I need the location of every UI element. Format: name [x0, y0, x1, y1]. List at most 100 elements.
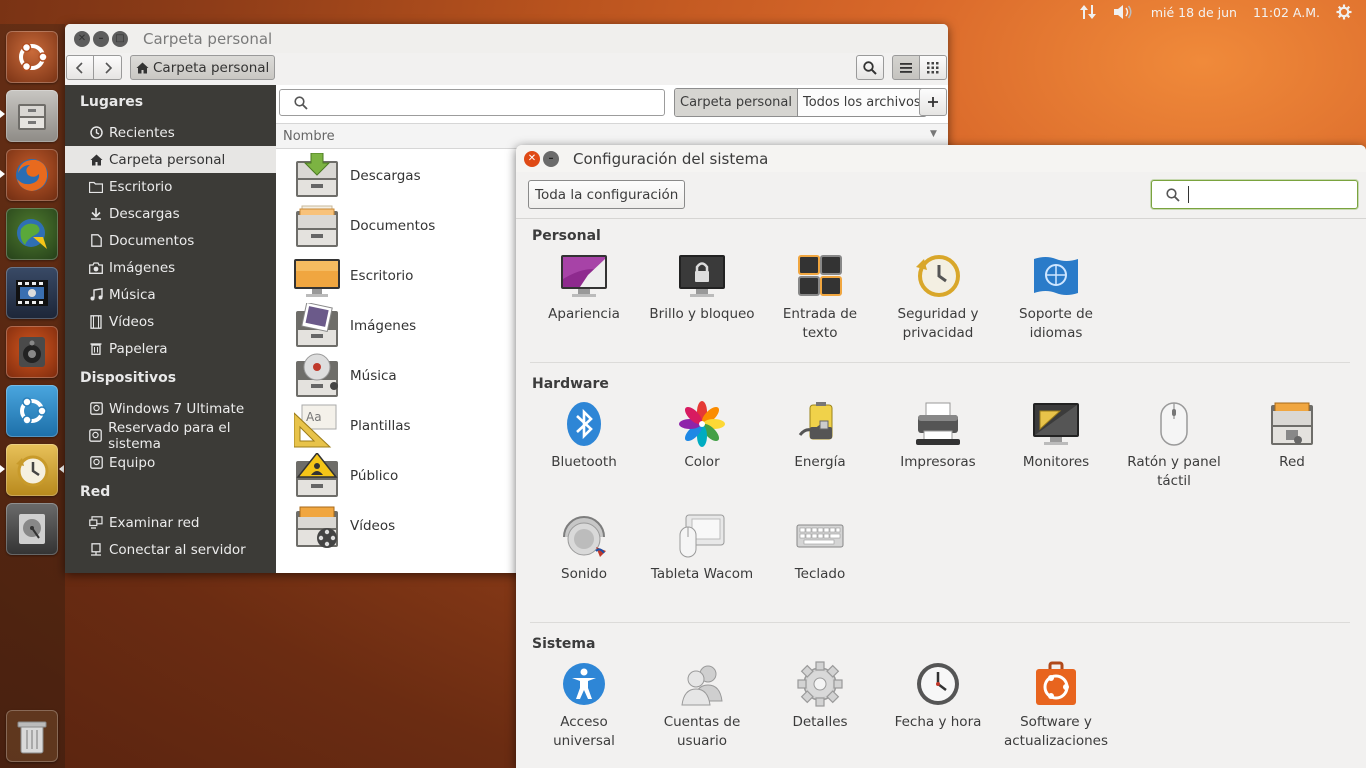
all-settings-button[interactable]: Toda la configuración	[528, 180, 686, 209]
sidebar-item-music[interactable]: Música	[65, 281, 276, 308]
minimize-button[interactable]: –	[93, 30, 109, 47]
setting-keyboard[interactable]: Teclado	[761, 513, 879, 584]
setting-security-privacy[interactable]: Seguridad y privacidad	[879, 253, 997, 343]
back-button[interactable]	[66, 55, 94, 80]
sidebar-item-downloads[interactable]: Descargas	[65, 200, 276, 227]
setting-brightness-lock[interactable]: Brillo y bloqueo	[643, 253, 761, 324]
settings-title: Configuración del sistema	[573, 149, 769, 168]
settings-close-button[interactable]: ✕	[524, 150, 540, 167]
maximize-icon: □	[115, 32, 125, 44]
network-updown-icon[interactable]	[1079, 4, 1097, 20]
file-name: Descargas	[350, 168, 421, 184]
sidebar-item-device[interactable]: Windows 7 Ultimate	[65, 395, 276, 422]
trash-icon[interactable]	[6, 710, 58, 762]
clock-label[interactable]: 11:02 A.M.	[1253, 5, 1320, 20]
list-view-button[interactable]	[892, 55, 920, 80]
file-row[interactable]: Imágenes	[294, 303, 416, 349]
sidebar-item-pictures[interactable]: Imágenes	[65, 254, 276, 281]
search-field[interactable]	[279, 89, 665, 116]
sidebar-item-label: Imágenes	[109, 259, 176, 276]
setting-text-entry[interactable]: Entrada de texto	[761, 253, 879, 343]
date-label[interactable]: mié 18 de jun	[1151, 5, 1237, 20]
setting-label: táctil	[1157, 473, 1191, 489]
scope-all-button[interactable]: Todos los archivos	[797, 89, 926, 116]
file-row[interactable]: Documentos	[294, 203, 435, 249]
sidebar-item-label: Descargas	[109, 205, 180, 222]
chevron-left-icon	[75, 61, 83, 74]
setting-wacom-tablet[interactable]: Tableta Wacom	[643, 513, 761, 584]
sidebar-item-documents[interactable]: Documentos	[65, 227, 276, 254]
mail-icon[interactable]	[6, 208, 58, 260]
file-row[interactable]: Escritorio	[294, 253, 413, 299]
search-button[interactable]	[856, 55, 884, 80]
volume-icon[interactable]	[1113, 4, 1135, 20]
session-gear-icon[interactable]	[1336, 4, 1352, 20]
setting-language-support[interactable]: Soporte de idiomas	[997, 253, 1115, 343]
settings-search-input[interactable]	[1151, 180, 1358, 209]
close-icon: ✕	[527, 152, 537, 164]
breadcrumb-home[interactable]: Carpeta personal	[130, 55, 276, 80]
file-row[interactable]: Música	[294, 353, 397, 399]
sidebar-item-videos[interactable]: Vídeos	[65, 308, 276, 335]
software-center-icon[interactable]	[6, 385, 58, 437]
setting-label: actualizaciones	[1003, 733, 1108, 749]
text-cursor	[1188, 186, 1189, 203]
drive-icon	[89, 456, 103, 470]
maximize-button[interactable]: □	[112, 30, 128, 47]
backup-icon[interactable]	[6, 444, 58, 496]
setting-appearance[interactable]: Apariencia	[525, 253, 643, 324]
setting-software-updates[interactable]: Software y actualizaciones	[997, 661, 1115, 751]
setting-date-time[interactable]: Fecha y hora	[879, 661, 997, 732]
close-icon: ✕	[77, 32, 87, 44]
file-row[interactable]: Vídeos	[294, 503, 395, 549]
disk-icon[interactable]	[6, 503, 58, 555]
close-button[interactable]: ✕	[74, 30, 90, 47]
setting-power[interactable]: Energía	[761, 401, 879, 472]
setting-bluetooth[interactable]: Bluetooth	[525, 401, 643, 472]
sidebar-item-label: Documentos	[109, 232, 195, 249]
drive-icon	[89, 429, 102, 443]
add-search-criteria-button[interactable]	[919, 88, 947, 116]
sidebar-item-device[interactable]: Reservado para el sistema	[65, 420, 276, 452]
music-player-icon[interactable]	[6, 326, 58, 378]
download-icon	[89, 207, 103, 221]
setting-user-accounts[interactable]: Cuentas de usuario	[643, 661, 761, 751]
grid-view-button[interactable]	[919, 55, 947, 80]
sidebar-item-recent[interactable]: Recientes	[65, 119, 276, 146]
sidebar-item-trash[interactable]: Papelera	[65, 335, 276, 362]
setting-mouse-touchpad[interactable]: Ratón y panel táctil	[1115, 401, 1233, 491]
setting-universal-access[interactable]: Acceso universal	[525, 661, 643, 751]
file-manager-titlebar[interactable]: ✕ – □ Carpeta personal	[65, 24, 948, 53]
sidebar-item-home[interactable]: Carpeta personal	[65, 146, 276, 173]
setting-sound[interactable]: Sonido	[525, 513, 643, 584]
sidebar-item-computer[interactable]: Equipo	[65, 449, 276, 476]
setting-displays[interactable]: Monitores	[997, 401, 1115, 472]
sidebar-item-browse-network[interactable]: Examinar red	[65, 509, 276, 536]
setting-details[interactable]: Detalles	[761, 661, 879, 732]
file-row[interactable]: Descargas	[294, 153, 421, 199]
ubuntu-dash-icon[interactable]	[6, 31, 58, 83]
home-icon	[136, 62, 149, 73]
video-player-icon[interactable]	[6, 267, 58, 319]
scope-home-button[interactable]: Carpeta personal	[675, 89, 798, 116]
setting-printers[interactable]: Impresoras	[879, 401, 997, 472]
text-entry-icon	[798, 255, 842, 296]
files-icon[interactable]	[6, 90, 58, 142]
settings-minimize-button[interactable]: –	[543, 150, 559, 167]
firefox-icon[interactable]	[6, 149, 58, 201]
file-row[interactable]: Aa Plantillas	[294, 403, 411, 449]
tablet-icon	[679, 514, 725, 558]
pictures-folder-icon	[296, 303, 338, 347]
drive-icon	[89, 402, 103, 416]
sidebar-item-desktop[interactable]: Escritorio	[65, 173, 276, 200]
settings-titlebar[interactable]: ✕ – Configuración del sistema	[516, 145, 1366, 172]
setting-color[interactable]: Color	[643, 401, 761, 472]
network-drawer-icon	[1271, 402, 1313, 445]
section-hardware: Hardware	[532, 376, 609, 392]
gear-icon	[797, 661, 843, 707]
sidebar-item-connect-server[interactable]: Conectar al servidor	[65, 536, 276, 563]
forward-button[interactable]	[93, 55, 122, 80]
setting-label: Bluetooth	[551, 454, 617, 470]
setting-network[interactable]: Red	[1233, 401, 1351, 472]
file-row[interactable]: Público	[294, 453, 398, 499]
